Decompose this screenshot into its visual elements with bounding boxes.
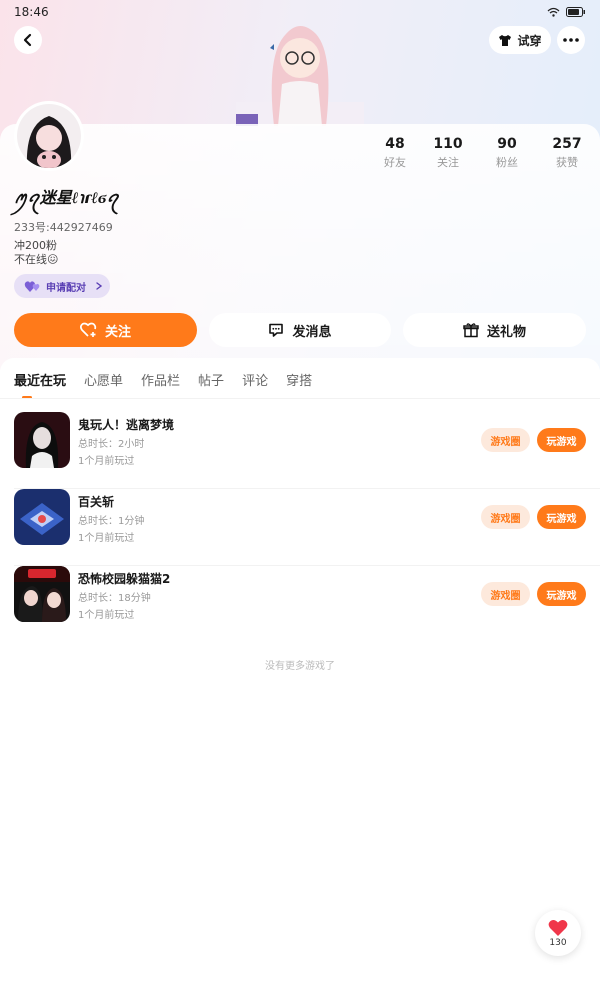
bio: 冲200粉 不在线😖 bbox=[14, 239, 58, 267]
game-last-played: 1个月前玩过 bbox=[78, 610, 135, 621]
stat-label: 粉丝 bbox=[496, 156, 518, 169]
game-circle-button[interactable]: 游戏圈 bbox=[481, 428, 530, 452]
tab-recent-play[interactable]: 最近在玩 bbox=[14, 370, 66, 389]
send-gift-button[interactable]: 送礼物 bbox=[403, 313, 586, 347]
game-duration: 总时长：2小时 bbox=[78, 439, 145, 450]
like-floating-button[interactable]: 130 bbox=[535, 910, 581, 956]
stat-label: 获赞 bbox=[556, 156, 578, 169]
game-title: 恐怖校园躲猫猫2 bbox=[78, 572, 171, 586]
follow-button[interactable]: 关注 bbox=[14, 313, 197, 347]
avatar[interactable] bbox=[14, 101, 84, 171]
gift-icon bbox=[463, 323, 479, 338]
stat-fans[interactable]: 90 粉丝 bbox=[477, 136, 537, 170]
no-more-games-text: 没有更多游戏了 bbox=[265, 661, 335, 672]
game-last-played: 1个月前玩过 bbox=[78, 533, 135, 544]
list-item[interactable]: 鬼玩人！逃离梦境 总时长：2小时 1个月前玩过 游戏圈 玩游戏 bbox=[0, 412, 600, 489]
profile-tabs: 最近在玩 心愿单 作品栏 帖子 评论 穿搭 bbox=[14, 370, 312, 389]
game-circle-button[interactable]: 游戏圈 bbox=[481, 582, 530, 606]
list-item[interactable]: 百关斩 总时长：1分钟 1个月前玩过 游戏圈 玩游戏 bbox=[0, 489, 600, 566]
nickname: ꪑꪖ迷星ℓ℩ɾℓϭꪖ bbox=[14, 188, 119, 207]
stat-value: 48 bbox=[385, 136, 405, 152]
status-icons bbox=[547, 7, 586, 17]
game-icon bbox=[14, 566, 70, 622]
stat-label: 关注 bbox=[437, 156, 459, 169]
stat-value: 257 bbox=[552, 136, 582, 152]
tshirt-icon bbox=[499, 34, 512, 46]
game-circle-button[interactable]: 游戏圈 bbox=[481, 505, 530, 529]
chevron-right-icon bbox=[96, 282, 103, 290]
user-id: 233号:442927469 bbox=[14, 221, 113, 234]
game-last-played: 1个月前玩过 bbox=[78, 456, 135, 467]
like-count: 130 bbox=[549, 937, 567, 948]
game-duration: 总时长：1分钟 bbox=[78, 516, 145, 527]
stat-friends[interactable]: 48 好友 bbox=[365, 136, 425, 170]
send-message-label: 发消息 bbox=[292, 324, 332, 340]
game-duration: 总时长：18分钟 bbox=[78, 593, 151, 604]
more-dots-icon bbox=[563, 38, 579, 42]
battery-icon bbox=[566, 7, 585, 17]
game-title: 百关斩 bbox=[78, 495, 115, 509]
back-button[interactable] bbox=[14, 26, 42, 54]
game-title: 鬼玩人！逃离梦境 bbox=[78, 418, 175, 432]
status-time: 18:46 bbox=[14, 5, 49, 19]
try-on-label: 试穿 bbox=[517, 33, 542, 48]
send-message-button[interactable]: 发消息 bbox=[209, 313, 391, 347]
profile-stats: 48 好友 110 关注 90 粉丝 257 获赞 bbox=[370, 136, 600, 176]
heart-plus-icon bbox=[80, 322, 97, 337]
tab-posts[interactable]: 帖子 bbox=[198, 370, 224, 389]
play-game-button[interactable]: 玩游戏 bbox=[537, 582, 586, 606]
game-icon bbox=[14, 489, 70, 545]
try-on-button[interactable]: 试穿 bbox=[489, 26, 551, 54]
chat-bubble-icon bbox=[269, 323, 284, 337]
avatar-3d-figure bbox=[236, 14, 364, 126]
game-icon bbox=[14, 412, 70, 468]
wifi-icon bbox=[547, 7, 560, 17]
stat-following[interactable]: 110 关注 bbox=[418, 136, 478, 170]
bio-line: 不在线😖 bbox=[14, 253, 59, 266]
avatar-image bbox=[17, 104, 81, 168]
tabs-divider bbox=[0, 398, 600, 399]
tab-comments[interactable]: 评论 bbox=[242, 370, 268, 389]
bio-line: 冲200粉 bbox=[14, 239, 57, 252]
tab-outfits[interactable]: 穿搭 bbox=[286, 370, 312, 389]
stat-likes[interactable]: 257 获赞 bbox=[537, 136, 597, 170]
content-panel: 最近在玩 心愿单 作品栏 帖子 评论 穿搭 鬼玩人！逃离梦境 总时长：2小时 1… bbox=[0, 358, 600, 1000]
hearts-icon bbox=[24, 280, 40, 292]
follow-label: 关注 bbox=[104, 324, 131, 340]
list-item[interactable]: 恐怖校园躲猫猫2 总时长：18分钟 1个月前玩过 游戏圈 玩游戏 bbox=[0, 566, 600, 643]
more-button[interactable] bbox=[557, 26, 585, 54]
chevron-left-icon bbox=[23, 33, 32, 47]
send-gift-label: 送礼物 bbox=[486, 324, 526, 340]
tab-wishlist[interactable]: 心愿单 bbox=[84, 370, 123, 389]
apply-pair-label: 申请配对 bbox=[46, 282, 86, 294]
play-game-button[interactable]: 玩游戏 bbox=[537, 505, 586, 529]
stat-value: 90 bbox=[497, 136, 517, 152]
tab-works[interactable]: 作品栏 bbox=[141, 370, 180, 389]
heart-icon bbox=[548, 919, 568, 936]
play-game-button[interactable]: 玩游戏 bbox=[537, 428, 586, 452]
apply-pair-button[interactable]: 申请配对 bbox=[14, 274, 110, 298]
stat-value: 110 bbox=[433, 136, 463, 152]
stat-label: 好友 bbox=[384, 156, 406, 169]
